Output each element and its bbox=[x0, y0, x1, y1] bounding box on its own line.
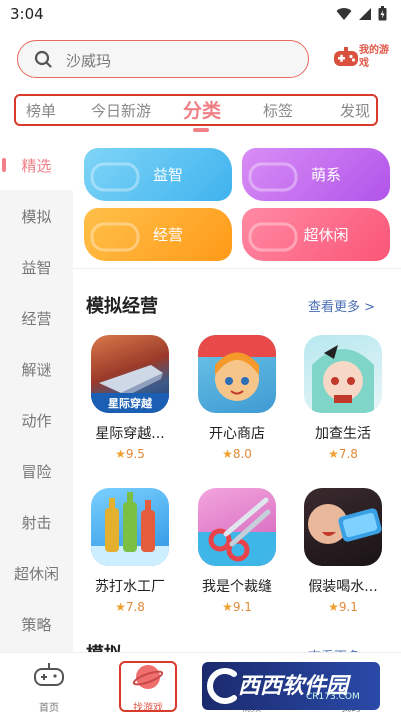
rating-value: 8.0 bbox=[232, 447, 252, 461]
phone-drink-icon bbox=[308, 504, 382, 544]
sidebar-item-hypercasual[interactable]: 超休闲 bbox=[0, 563, 73, 584]
star-icon: ★ bbox=[222, 600, 233, 614]
game-name: 苏打水工厂 bbox=[95, 579, 165, 595]
gamepad-icon bbox=[334, 47, 358, 66]
search-icon bbox=[34, 50, 52, 68]
tab-discover[interactable]: 发现 bbox=[340, 100, 370, 121]
category-card-puzzle[interactable]: 益智 bbox=[84, 148, 232, 201]
soda-factory-icon bbox=[91, 488, 169, 566]
nav-highlight-box bbox=[119, 661, 177, 712]
category-label: 益智 bbox=[152, 166, 183, 184]
section-title: 模拟经营 bbox=[86, 296, 158, 317]
status-icons bbox=[336, 6, 387, 21]
wifi-icon bbox=[336, 7, 352, 20]
tab-tags[interactable]: 标签 bbox=[263, 100, 293, 121]
category-label: 超休闲 bbox=[303, 226, 349, 244]
star-icon: ★ bbox=[115, 447, 126, 461]
tab-new-today[interactable]: 今日新游 bbox=[91, 100, 151, 121]
sidebar-item-shooter[interactable]: 射击 bbox=[0, 512, 73, 533]
game-rating: ★7.8 bbox=[84, 600, 176, 614]
signal-icon bbox=[359, 7, 371, 20]
category-tabs: 榜单 今日新游 分类 标签 发现 bbox=[14, 94, 378, 126]
game-name: 假装喝水... bbox=[308, 579, 378, 595]
shop-girl-icon bbox=[198, 335, 276, 401]
sidebar-item-adventure[interactable]: 冒险 bbox=[0, 461, 73, 482]
sidebar-item-mystery[interactable]: 解谜 bbox=[0, 359, 73, 380]
game-rating: ★8.0 bbox=[191, 447, 283, 461]
my-games-label: 我的游戏 bbox=[359, 45, 389, 69]
happy-shop-icon bbox=[198, 335, 276, 413]
status-bar: 3:04 bbox=[0, 0, 401, 28]
game-name: 开心商店 bbox=[209, 426, 265, 442]
rating-value: 7.8 bbox=[338, 447, 358, 461]
game-badge: 星际穿越 bbox=[108, 397, 152, 410]
battery-icon bbox=[378, 6, 387, 21]
scissors-icon bbox=[198, 497, 276, 566]
star-icon: ★ bbox=[328, 600, 339, 614]
tab-category[interactable]: 分类 bbox=[183, 96, 221, 123]
star-icon: ★ bbox=[115, 600, 126, 614]
gamepad-icon bbox=[34, 663, 64, 686]
game-rating: ★9.5 bbox=[84, 447, 176, 461]
status-time: 3:04 bbox=[10, 5, 44, 23]
tab-indicator bbox=[193, 128, 209, 132]
rating-value: 9.1 bbox=[232, 600, 252, 614]
category-card-cute[interactable]: 萌系 bbox=[242, 148, 390, 201]
game-rating: ★9.1 bbox=[191, 600, 283, 614]
game-rating: ★9.1 bbox=[297, 600, 389, 614]
drink-water-icon bbox=[304, 488, 382, 566]
search-placeholder: 沙威玛 bbox=[66, 52, 112, 70]
see-more-link[interactable]: 查看更多 > bbox=[308, 296, 375, 315]
game-name: 我是个裁缝 bbox=[202, 579, 272, 595]
anime-girl-icon bbox=[312, 345, 374, 413]
my-games-button[interactable]: 我的游戏 bbox=[333, 42, 391, 76]
gacha-life-icon bbox=[304, 335, 382, 413]
tab-ranking[interactable]: 榜单 bbox=[26, 100, 56, 121]
rating-value: 7.8 bbox=[125, 600, 145, 614]
category-card-management[interactable]: 经营 bbox=[84, 208, 232, 261]
tailor-icon bbox=[198, 488, 276, 566]
nav-home[interactable]: 首页 bbox=[14, 659, 84, 713]
rating-value: 9.5 bbox=[125, 447, 145, 461]
game-name: 加查生活 bbox=[315, 426, 371, 442]
sidebar-item-featured[interactable]: 精选 bbox=[0, 155, 73, 176]
watermark-logo: 西西软件园 CR173.COM bbox=[202, 662, 380, 710]
c-logo-icon bbox=[207, 668, 237, 704]
star-icon: ★ bbox=[222, 447, 233, 461]
sidebar-item-strategy[interactable]: 策略 bbox=[0, 614, 73, 635]
space-game-icon: 星际穿越 bbox=[91, 335, 169, 413]
sidebar-item-action[interactable]: 动作 bbox=[0, 410, 73, 431]
category-label: 萌系 bbox=[310, 166, 341, 184]
nav-label: 首页 bbox=[39, 703, 59, 713]
rating-value: 9.1 bbox=[338, 600, 358, 614]
game-rating: ★7.8 bbox=[297, 447, 389, 461]
category-card-hypercasual[interactable]: 超休闲 bbox=[242, 208, 390, 261]
game-name: 星际穿越... bbox=[95, 426, 165, 442]
search-input[interactable]: 沙威玛 bbox=[17, 40, 309, 78]
bottles-icon bbox=[91, 492, 169, 566]
sidebar-item-simulation[interactable]: 模拟 bbox=[0, 206, 73, 227]
category-label: 经营 bbox=[152, 226, 183, 244]
star-icon: ★ bbox=[328, 447, 339, 461]
divider bbox=[73, 268, 401, 269]
sidebar-item-management[interactable]: 经营 bbox=[0, 308, 73, 329]
watermark-sub: CR173.COM bbox=[306, 692, 360, 702]
sidebar-item-puzzle[interactable]: 益智 bbox=[0, 257, 73, 278]
